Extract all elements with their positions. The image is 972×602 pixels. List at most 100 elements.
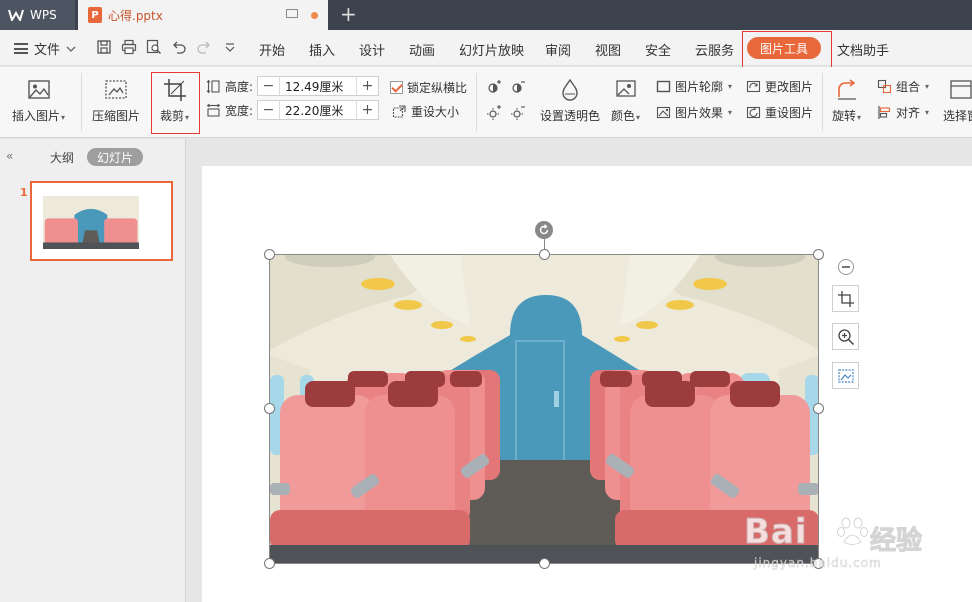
slide-thumbnail[interactable]: [30, 181, 173, 261]
tab-outline[interactable]: 大纲: [50, 149, 74, 166]
width-increase-button[interactable]: +: [356, 101, 378, 119]
wps-logo-icon: [8, 9, 24, 21]
picture-outline-button[interactable]: 图片轮廓 ▾: [656, 78, 732, 95]
title-bar: WPS P 心得.pptx +: [0, 0, 972, 30]
print-icon[interactable]: [121, 39, 137, 55]
airplane-cabin-illustration: [270, 255, 819, 563]
menu-tab-bar: 文件 开始 插入 设计 动画 幻灯片放映 审阅 视图 安全 云服务 图片工具 文…: [0, 30, 972, 69]
wps-home-tab[interactable]: WPS: [0, 0, 75, 30]
width-stepper[interactable]: − 22.20厘米 +: [257, 100, 380, 120]
slide-number: 1: [20, 186, 28, 199]
tab-view[interactable]: 视图: [595, 40, 621, 59]
tab-review[interactable]: 审阅: [545, 40, 571, 59]
group-label: 组合: [896, 80, 921, 94]
crop-icon: [837, 290, 854, 307]
increase-brightness-icon[interactable]: [486, 79, 502, 95]
compress-picture-button[interactable]: 压缩图片: [92, 77, 140, 124]
set-transparent-color-button[interactable]: 设置透明色: [540, 77, 600, 124]
print-preview-icon[interactable]: [146, 39, 162, 55]
increase-contrast-icon[interactable]: [486, 105, 502, 121]
selection-pane-label: 选择窗: [943, 109, 972, 123]
tab-insert[interactable]: 插入: [309, 40, 335, 59]
picture-tools-highlight-box: [742, 31, 832, 69]
reset-picture-button[interactable]: 重设图片: [746, 104, 813, 121]
collapse-float-toolbar-button[interactable]: [838, 259, 854, 275]
picture-tools-ribbon: 插入图片▾ 压缩图片 裁剪▾ 高度: − 12.49厘米 + 宽度: − 22.…: [0, 67, 972, 138]
compress-picture-label: 压缩图片: [92, 109, 141, 123]
height-stepper[interactable]: − 12.49厘米 +: [257, 76, 380, 96]
set-transparent-label: 设置透明色: [540, 109, 601, 123]
height-value[interactable]: 12.49厘米: [280, 78, 356, 95]
rotate-button[interactable]: 旋转▾: [832, 77, 861, 124]
decrease-contrast-icon[interactable]: [510, 105, 526, 121]
decrease-brightness-icon[interactable]: [510, 79, 526, 95]
document-tab[interactable]: P 心得.pptx: [78, 0, 328, 30]
tab-slideshow[interactable]: 幻灯片放映: [459, 40, 524, 59]
redo-icon[interactable]: [196, 39, 212, 55]
resize-handle-bottom-left[interactable]: [264, 558, 275, 569]
resize-handle-left[interactable]: [264, 403, 275, 414]
align-button[interactable]: 对齐 ▾: [877, 104, 929, 121]
tab-slides[interactable]: 幻灯片: [87, 148, 143, 166]
width-decrease-button[interactable]: −: [258, 101, 281, 119]
align-label: 对齐: [896, 106, 921, 120]
color-button[interactable]: 颜色▾: [611, 77, 640, 124]
picture-effects-label: 图片效果: [675, 106, 724, 120]
picture-icon: [27, 80, 50, 99]
resize-handle-right[interactable]: [813, 403, 824, 414]
resize-handle-top-left[interactable]: [264, 249, 275, 260]
ribbon-separator: [81, 73, 82, 131]
ribbon-separator: [822, 73, 823, 131]
resize-handle-bottom[interactable]: [539, 558, 550, 569]
group-button[interactable]: 组合 ▾: [877, 78, 929, 95]
insert-picture-button[interactable]: 插入图片▾: [12, 77, 65, 124]
tab-animation[interactable]: 动画: [409, 40, 435, 59]
chevron-down-icon: [66, 46, 76, 52]
height-increase-button[interactable]: +: [356, 77, 378, 95]
change-picture-button[interactable]: 更改图片: [746, 78, 813, 95]
reset-picture-icon: [746, 106, 761, 119]
selection-pane-button[interactable]: 选择窗: [943, 77, 972, 124]
float-zoom-button[interactable]: [832, 323, 859, 350]
float-picture-button[interactable]: [832, 362, 859, 389]
height-decrease-button[interactable]: −: [258, 77, 281, 95]
resize-handle-top-right[interactable]: [813, 249, 824, 260]
width-value[interactable]: 22.20厘米: [280, 102, 356, 119]
change-picture-icon: [746, 80, 761, 93]
lock-ratio-check-icon[interactable]: [390, 81, 403, 94]
picture-color-icon: [615, 80, 636, 97]
tab-cloud-service[interactable]: 云服务: [695, 40, 734, 59]
float-crop-button[interactable]: [832, 285, 859, 312]
selected-picture[interactable]: [270, 255, 819, 563]
tab-design[interactable]: 设计: [359, 40, 385, 59]
save-icon[interactable]: [96, 39, 112, 55]
lock-ratio-label: 锁定纵横比: [407, 81, 468, 95]
tab-document-assistant[interactable]: 文档助手: [837, 40, 889, 59]
tab-security[interactable]: 安全: [645, 40, 671, 59]
picture-effects-button[interactable]: 图片效果 ▾: [656, 104, 732, 121]
lock-aspect-ratio-checkbox[interactable]: 锁定纵横比: [390, 79, 467, 96]
quick-access-more-icon[interactable]: [222, 39, 238, 55]
file-menu[interactable]: 文件: [14, 39, 76, 58]
paw-logo-icon: [837, 517, 868, 545]
tab-home[interactable]: 开始: [259, 40, 285, 59]
unsaved-dot-icon: [311, 12, 318, 19]
app-name: WPS: [30, 8, 57, 22]
undo-icon[interactable]: [171, 39, 187, 55]
reset-size-button[interactable]: 重设大小: [392, 103, 459, 120]
collapse-panel-button[interactable]: «: [6, 149, 13, 163]
picture-outline-label: 图片轮廓: [675, 80, 724, 94]
watermark-brand-suffix: 经验: [869, 526, 923, 557]
rotate-handle[interactable]: [535, 221, 553, 239]
change-picture-label: 更改图片: [765, 80, 814, 94]
reset-size-label: 重设大小: [411, 105, 460, 119]
new-tab-button[interactable]: +: [340, 3, 357, 25]
hamburger-icon: [14, 43, 28, 54]
picture-outline-icon: [656, 80, 671, 93]
group-icon: [877, 79, 892, 94]
monitor-icon[interactable]: [286, 9, 298, 18]
height-icon: [206, 79, 220, 93]
resize-handle-top[interactable]: [539, 249, 550, 260]
rotate-label: 旋转: [832, 109, 857, 123]
watermark-brand: Bai: [744, 512, 808, 553]
